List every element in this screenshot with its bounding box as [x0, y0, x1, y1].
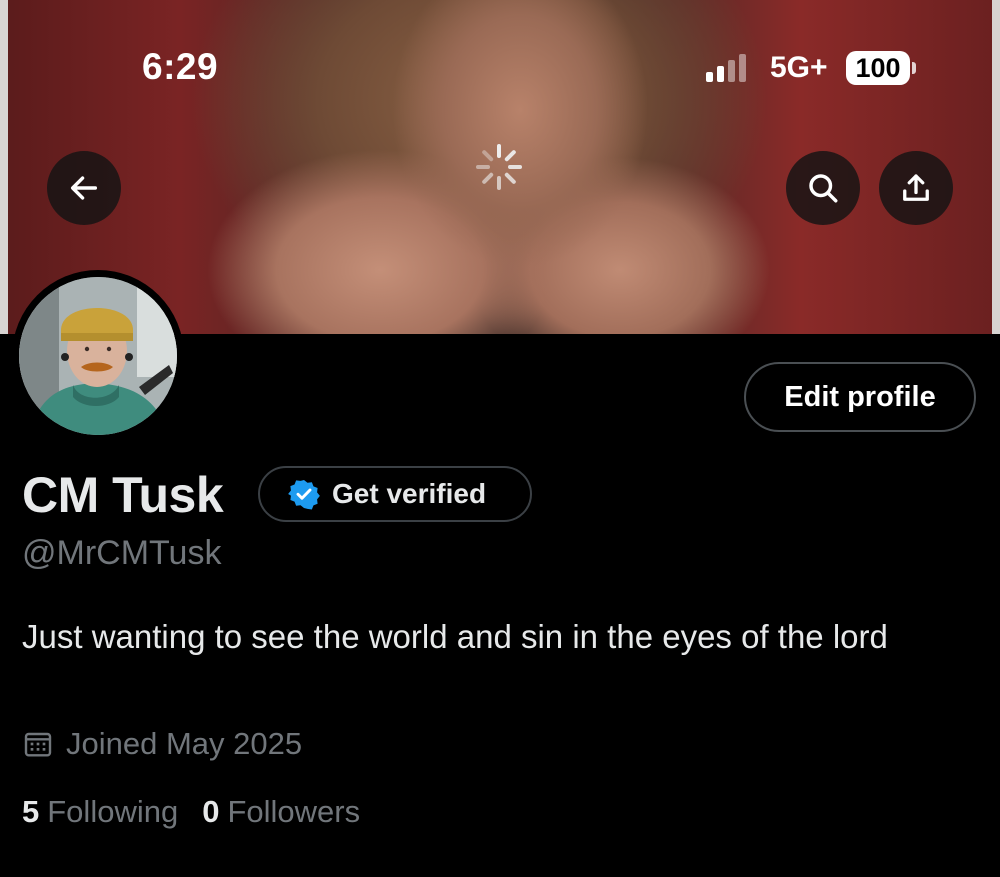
- back-button[interactable]: [47, 151, 121, 225]
- avatar-photo: [19, 277, 177, 435]
- following-count: 5: [22, 794, 40, 829]
- profile-bio: Just wanting to see the world and sin in…: [22, 618, 888, 655]
- banner-frame-left: [0, 0, 8, 334]
- get-verified-button[interactable]: Get verified: [258, 466, 532, 522]
- status-time: 6:29: [142, 46, 219, 87]
- joined-date: Joined May 2025: [22, 726, 302, 762]
- following-link[interactable]: 5 Following: [22, 794, 178, 830]
- network-type: 5G+: [770, 51, 828, 84]
- share-button[interactable]: [879, 151, 953, 225]
- arrow-left-icon: [70, 176, 98, 200]
- verified-badge-icon: [288, 480, 320, 510]
- spinner-icon: [476, 144, 522, 190]
- battery-tip: [912, 62, 916, 74]
- share-icon: [903, 174, 929, 201]
- edit-profile-button[interactable]: Edit profile: [744, 362, 976, 432]
- calendar-icon: [24, 732, 52, 757]
- followers-count: 0: [202, 794, 220, 829]
- get-verified-label: Get verified: [332, 478, 487, 509]
- search-button[interactable]: [786, 151, 860, 225]
- followers-link[interactable]: 0 Followers: [202, 794, 360, 830]
- follow-stats: 5 Following 0 Followers: [22, 794, 360, 830]
- signal-icon: [706, 54, 746, 82]
- following-label: Following: [47, 794, 179, 829]
- followers-label: Followers: [227, 794, 361, 829]
- user-handle: @MrCMTusk: [22, 534, 222, 572]
- search-icon: [809, 174, 838, 203]
- display-name: CM Tusk: [22, 467, 224, 523]
- battery-icon: 100: [846, 51, 910, 85]
- avatar[interactable]: [12, 270, 184, 442]
- battery-level: 100: [855, 52, 901, 83]
- joined-label: Joined May 2025: [66, 726, 303, 761]
- banner-frame-right: [992, 0, 1000, 334]
